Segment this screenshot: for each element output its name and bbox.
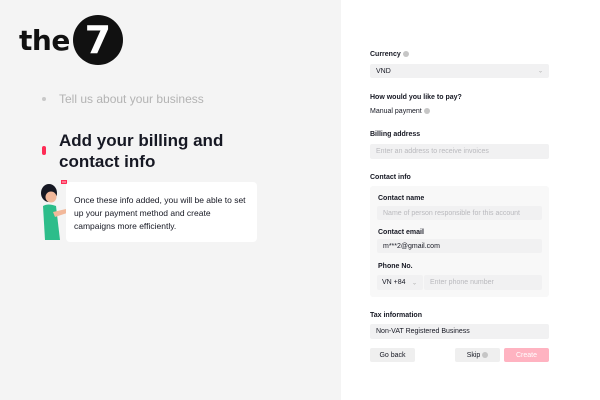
phone-code-value: VN +84 <box>382 279 406 286</box>
billing-placeholder: Enter an address to receive invoices <box>376 148 489 155</box>
logo-circle: 7 <box>72 15 123 65</box>
go-back-button[interactable]: Go back <box>370 348 415 362</box>
billing-address-label: Billing address <box>370 131 421 138</box>
currency-label: Currency <box>370 51 409 58</box>
logo-text: the <box>19 23 70 57</box>
phone-placeholder: Enter phone number <box>430 279 494 286</box>
step-dot-icon <box>42 97 46 101</box>
currency-select[interactable]: VND ⌄ <box>370 64 549 78</box>
skip-button[interactable]: Skip <box>455 348 500 362</box>
step-previous: Tell us about your business <box>59 92 204 106</box>
skip-label: Skip <box>466 351 481 359</box>
tax-info-value: Non-VAT Registered Business <box>376 328 470 335</box>
contact-email-label: Contact email <box>378 229 424 236</box>
help-icon[interactable] <box>402 51 409 57</box>
currency-label-text: Currency <box>370 51 401 58</box>
payment-method[interactable]: Manual payment <box>370 108 430 115</box>
contact-email-value: m***2@gmail.com <box>383 242 440 250</box>
logo-number: 7 <box>84 18 112 62</box>
phone-number-input[interactable]: Enter phone number <box>424 275 542 290</box>
current-step-indicator <box>42 146 46 155</box>
contact-info-heading: Contact info <box>370 174 411 181</box>
contact-name-input[interactable]: Name of person responsible for this acco… <box>377 206 542 220</box>
contact-email-input[interactable]: m***2@gmail.com <box>377 239 542 253</box>
phone-label: Phone No. <box>378 263 413 270</box>
the7-logo: the 7 <box>19 14 123 66</box>
left-panel: the 7 Tell us about your business Add yo… <box>0 0 341 400</box>
currency-value: VND <box>376 67 391 75</box>
chevron-down-icon: ⌄ <box>537 68 543 75</box>
page-title: Add your billing and contact info <box>59 131 224 171</box>
contact-name-label: Contact name <box>378 195 425 202</box>
help-icon[interactable] <box>423 108 430 114</box>
chevron-down-icon: ⌄ <box>411 280 417 286</box>
tax-info-select[interactable]: Non-VAT Registered Business <box>370 324 549 339</box>
phone-code-select[interactable]: VN +84 ⌄ <box>377 275 423 290</box>
payment-question: How would you like to pay? <box>370 94 462 101</box>
tax-info-label: Tax information <box>370 312 422 319</box>
help-icon[interactable] <box>482 352 489 358</box>
tip-card: Once these info added, you will be able … <box>66 182 257 242</box>
contact-name-placeholder: Name of person responsible for this acco… <box>383 209 520 217</box>
create-button[interactable]: Create <box>504 348 549 362</box>
payment-method-text: Manual payment <box>370 108 422 115</box>
billing-address-input[interactable]: Enter an address to receive invoices <box>370 144 549 159</box>
